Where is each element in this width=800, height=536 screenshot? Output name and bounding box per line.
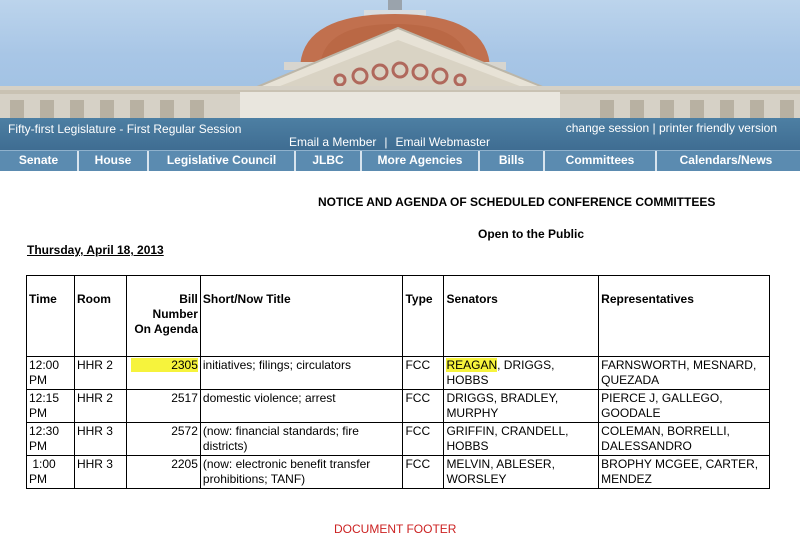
agenda-table: Time Room Bill Number On Agenda Short/Now … bbox=[26, 275, 770, 489]
bill-number-link[interactable]: 2305 bbox=[131, 358, 198, 372]
header-representatives: Representatives bbox=[598, 275, 770, 357]
bill-number-link[interactable]: 2572 bbox=[125, 422, 201, 456]
senator-highlighted: REAGAN bbox=[446, 358, 498, 372]
header-bill: Bill Number On Agenda bbox=[125, 275, 201, 357]
nav-committees[interactable]: Committees bbox=[545, 151, 657, 171]
bill-number-link[interactable]: 2205 bbox=[125, 455, 201, 489]
row-bill: 2305 bbox=[125, 356, 201, 390]
row-room: HHR 3 bbox=[73, 422, 127, 456]
nav-legislative-council[interactable]: Legislative Council bbox=[149, 151, 296, 171]
table-row: 1:00 PM HHR 3 2205 (now: electronic bene… bbox=[26, 455, 770, 489]
header-room: Room bbox=[73, 275, 127, 357]
email-links: Email a Member | Email Webmaster bbox=[289, 135, 490, 149]
email-separator: | bbox=[384, 135, 388, 149]
row-senators: DRIGGS, BRADLEY, MURPHY bbox=[443, 389, 600, 423]
row-time: 12:30 PM bbox=[26, 422, 75, 456]
table-header-row: Time Room Bill Number On Agenda Short/Now … bbox=[26, 275, 770, 357]
row-title: (now: electronic benefit transfer prohib… bbox=[199, 455, 404, 489]
header-type: Type bbox=[402, 275, 445, 357]
row-representatives: FARNSWORTH, MESNARD, QUEZADA bbox=[598, 356, 770, 390]
row-type: FCC bbox=[402, 422, 445, 456]
row-time: 12:00 PM bbox=[26, 356, 75, 390]
session-label: Fifty-first Legislature - First Regular … bbox=[8, 122, 242, 136]
header-bill-line1: Bill bbox=[179, 292, 198, 306]
main-nav: Senate House Legislative Council JLBC Mo… bbox=[0, 150, 800, 171]
table-row: 12:15 PM HHR 2 2517 domestic violence; a… bbox=[26, 389, 770, 423]
printer-friendly-link[interactable]: printer friendly version bbox=[659, 121, 777, 135]
row-senators: REAGAN, DRIGGS, HOBBS bbox=[443, 356, 600, 390]
row-title: domestic violence; arrest bbox=[199, 389, 404, 423]
change-session-link[interactable]: change session | bbox=[566, 121, 656, 135]
row-room: HHR 2 bbox=[73, 356, 127, 390]
header-time: Time bbox=[26, 275, 75, 357]
nav-house[interactable]: House bbox=[79, 151, 149, 171]
nav-bills[interactable]: Bills bbox=[480, 151, 545, 171]
nav-calendars-news[interactable]: Calendars/News bbox=[657, 151, 795, 171]
email-member-link[interactable]: Email a Member bbox=[289, 135, 376, 149]
row-representatives: BROPHY MCGEE, CARTER, MENDEZ bbox=[598, 455, 770, 489]
row-room: HHR 2 bbox=[73, 389, 127, 423]
row-time: 12:15 PM bbox=[26, 389, 75, 423]
page-subtitle: Open to the Public bbox=[478, 227, 585, 241]
row-type: FCC bbox=[402, 389, 445, 423]
nav-more-agencies[interactable]: More Agencies bbox=[362, 151, 480, 171]
header-bill-line3: On Agenda bbox=[134, 322, 198, 336]
row-representatives: COLEMAN, BORRELLI, DALESSANDRO bbox=[598, 422, 770, 456]
table-row: 12:30 PM HHR 3 2572 (now: financial stan… bbox=[26, 422, 770, 456]
row-senators: GRIFFIN, CRANDELL, HOBBS bbox=[443, 422, 600, 456]
nav-jlbc[interactable]: JLBC bbox=[296, 151, 362, 171]
document-footer: DOCUMENT FOOTER bbox=[334, 522, 457, 536]
row-room: HHR 3 bbox=[73, 455, 127, 489]
capitol-building-image bbox=[0, 0, 800, 122]
row-title: (now: financial standards; fire district… bbox=[199, 422, 404, 456]
row-representatives: PIERCE J, GALLEGO, GOODALE bbox=[598, 389, 770, 423]
header-bill-line2: Number bbox=[152, 307, 198, 321]
agenda-date: Thursday, April 18, 2013 bbox=[27, 243, 164, 257]
nav-senate[interactable]: Senate bbox=[0, 151, 79, 171]
row-type: FCC bbox=[402, 356, 445, 390]
email-webmaster-link[interactable]: Email Webmaster bbox=[395, 135, 489, 149]
header-banner bbox=[0, 0, 800, 122]
page-title: NOTICE AND AGENDA OF SCHEDULED CONFERENC… bbox=[318, 195, 716, 209]
row-time: 1:00 PM bbox=[26, 455, 75, 489]
table-row: 12:00 PM HHR 2 2305 initiatives; filings… bbox=[26, 356, 770, 390]
top-bar: Fifty-first Legislature - First Regular … bbox=[0, 118, 800, 150]
header-title: Short/Now Title bbox=[199, 275, 404, 357]
session-links: change session | printer friendly versio… bbox=[566, 121, 777, 135]
row-title: initiatives; filings; circulators bbox=[199, 356, 404, 390]
bill-number-link[interactable]: 2517 bbox=[125, 389, 201, 423]
header-senators: Senators bbox=[443, 275, 600, 357]
row-type: FCC bbox=[402, 455, 445, 489]
row-senators: MELVIN, ABLESER, WORSLEY bbox=[443, 455, 600, 489]
